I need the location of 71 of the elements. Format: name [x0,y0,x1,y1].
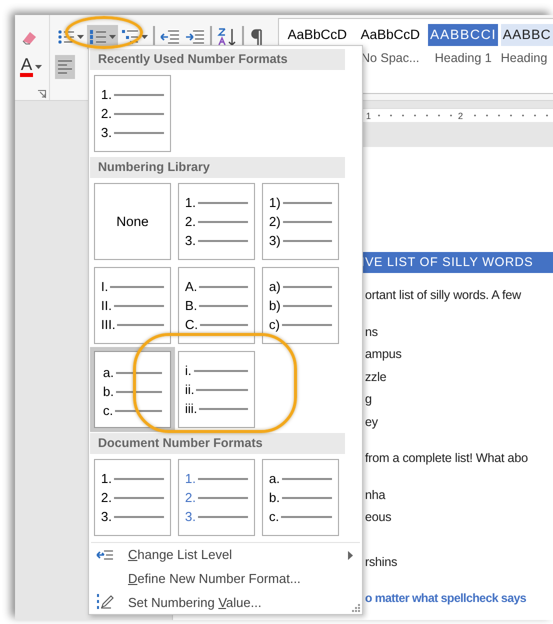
list-marker: 1. [101,86,112,104]
list-marker: 1) [269,194,281,212]
number-format-tile[interactable]: 1. 2. 3. [94,75,171,152]
list-marker: b. [103,383,114,401]
style-preview[interactable]: AaBbCcD [286,24,349,46]
list-marker: b. [269,489,280,507]
list-item-text: g [365,391,373,408]
list-marker: 3. [185,232,196,250]
list-marker: C. [185,316,198,334]
list-item-text: ampus [365,346,403,363]
list-marker: 2. [101,105,112,123]
number-format-tile[interactable]: 1) 2) 3) [262,183,339,260]
section-header: Document Number Formats [90,433,345,454]
number-format-tile[interactable]: i. ii. iii. [178,351,255,428]
number-format-tile[interactable]: None [94,183,171,260]
list-item-text: rshins [365,554,398,570]
list-marker: 3. [185,508,196,526]
number-format-tile[interactable]: a. b. c. [90,347,175,432]
section-header: Numbering Library [90,157,345,178]
list-item-text: zzle [365,368,388,386]
list-marker: 3. [101,508,112,526]
number-format-tile[interactable]: a) b) c) [262,267,339,344]
number-format-tile[interactable]: 1. 2. 3. [94,459,171,536]
list-item-text: ey [365,414,379,431]
list-marker: 1. [101,470,112,488]
list-item-text: nha [365,486,386,504]
style-preview[interactable]: AABBC [500,24,553,46]
style-label: Heading 1 [434,51,492,65]
number-format-tile[interactable]: 1. 2. 3. [178,183,255,260]
list-marker: 2. [101,489,112,507]
list-marker: 1. [185,470,196,488]
paragraph-text: o matter what spellcheck says [365,590,528,607]
list-marker: 2. [185,213,196,231]
list-marker: ii. [185,381,194,399]
list-marker: c. [103,402,114,420]
paragraph-text: from a complete list! What abo [365,450,529,467]
style-preview[interactable]: AABBCCI [428,24,498,46]
list-marker: I. [101,278,108,296]
list-marker: iii. [185,400,198,418]
ruler-number: 2 [457,110,464,120]
list-marker: 2. [185,489,196,507]
list-marker: 1. [185,194,196,212]
list-marker: c) [269,316,280,334]
list-marker: b) [269,297,281,315]
number-format-tile[interactable]: a. b. c. [262,459,339,536]
list-marker: 3) [269,232,281,250]
list-marker: c. [269,508,280,526]
list-marker: B. [185,297,198,315]
style-preview[interactable]: AaBbCcD [358,24,422,46]
list-marker: A. [185,278,198,296]
ruler-number: 1 [365,110,372,120]
list-marker: III. [101,316,116,334]
font-color-button[interactable]: A [18,55,49,79]
paragraph-text: ortant list of silly words. A few [365,287,522,304]
section-header: Recently Used Number Formats [90,49,345,70]
list-marker: a. [103,364,114,382]
list-marker: i. [185,362,192,380]
list-marker: 2) [269,213,281,231]
style-label: Heading [500,51,548,65]
number-format-tile[interactable]: I. II. III. [94,267,171,344]
list-marker: a. [269,470,280,488]
menu-item[interactable]: Change List Level [89,542,362,567]
list-marker: II. [101,297,112,315]
list-marker: 3. [101,124,112,142]
number-format-tile[interactable]: A. B. C. [178,267,255,344]
menu-item[interactable]: Set Numbering Value... [89,590,362,614]
list-item-text: ns [365,324,379,340]
list-item-text: eous [365,509,392,526]
menu-item[interactable]: Define New Number Format... [89,566,362,590]
number-format-tile[interactable]: 1. 2. 3. [178,459,255,536]
list-marker: a) [269,278,281,296]
